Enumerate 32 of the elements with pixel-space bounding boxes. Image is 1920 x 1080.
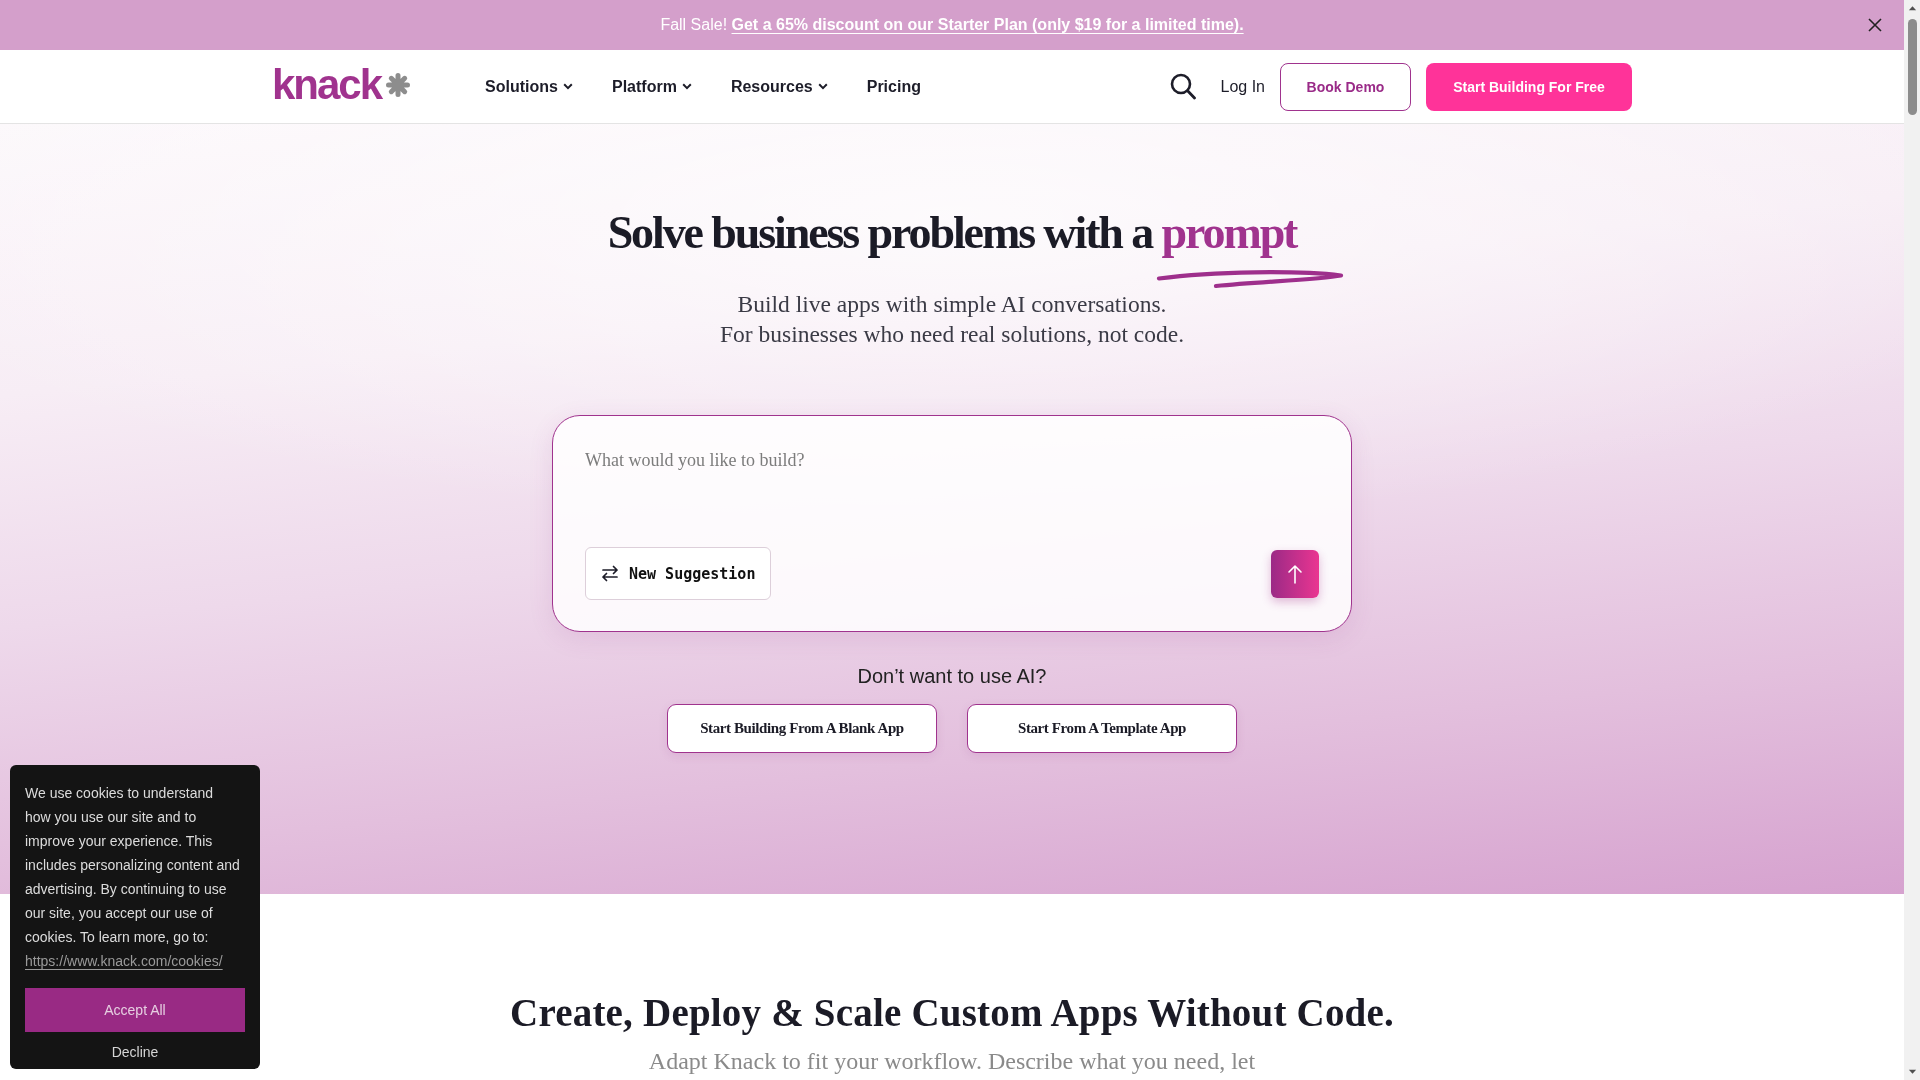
swap-arrows-icon: [601, 565, 619, 582]
arrow-up-icon: [1287, 563, 1303, 584]
submit-button[interactable]: [1271, 549, 1319, 598]
asterisk-icon: [385, 71, 412, 99]
accept-all-button[interactable]: Accept All: [25, 988, 245, 1032]
nav-menu-link[interactable]: Pricing: [866, 77, 921, 96]
prompt-field[interactable]: What would you like to build? New Suggestion: [552, 415, 1352, 632]
search-icon: [1169, 73, 1196, 100]
nav-menu-link[interactable]: Resources: [730, 77, 828, 96]
sale-banner-text: Fall Sale! Get a 65% discount on our Starter Plan (only $19 for a limited time).: [660, 16, 1244, 34]
hero-title: Solve business problems with a prompt: [607, 206, 1297, 260]
scroll-up-icon[interactable]: [1907, 5, 1917, 11]
no-ai-question: Don’t want to use AI?: [857, 664, 1047, 688]
close-icon: [1868, 18, 1882, 32]
decline-button[interactable]: Decline: [107, 1040, 163, 1064]
scrollbar-thumb[interactable]: [1907, 19, 1917, 115]
hero-subtitle: Build live apps with simple AI conversations. For businesses who need real solutions, not code.: [719, 290, 1185, 349]
scroll-down-icon[interactable]: [1907, 1069, 1917, 1075]
cookie-text: We use cookies to understand how you use our site and to improve your experience. This includes personalizing content and advertising. By continuing to use our site, you accept our use of cookies. To learn more, go to: https://www.knack.com/cookies/: [25, 784, 241, 971]
nav-menu-link[interactable]: Solutions: [485, 77, 573, 96]
logo-link[interactable]: knack: [272, 64, 412, 106]
scrollbar[interactable]: [1904, 0, 1920, 1080]
nav-menu-link[interactable]: Platform: [612, 77, 692, 96]
start-option-button[interactable]: Start Building From A Blank App: [667, 704, 937, 753]
cookie-policy-link[interactable]: https://www.knack.com/cookies/: [25, 953, 223, 969]
book-demo-button[interactable]: Book Demo: [1280, 62, 1411, 111]
search-button[interactable]: [1169, 73, 1196, 100]
section-text: Adapt Knack to fit your workflow. Describe what you need, let: [648, 1047, 1256, 1076]
section-heading: Create, Deploy & Scale Custom Apps Without Code.: [510, 990, 1394, 1037]
new-suggestion-button[interactable]: New Suggestion: [585, 547, 772, 600]
start-option-button[interactable]: Start From A Template App: [967, 704, 1237, 753]
login-link[interactable]: Log In: [1220, 77, 1265, 96]
